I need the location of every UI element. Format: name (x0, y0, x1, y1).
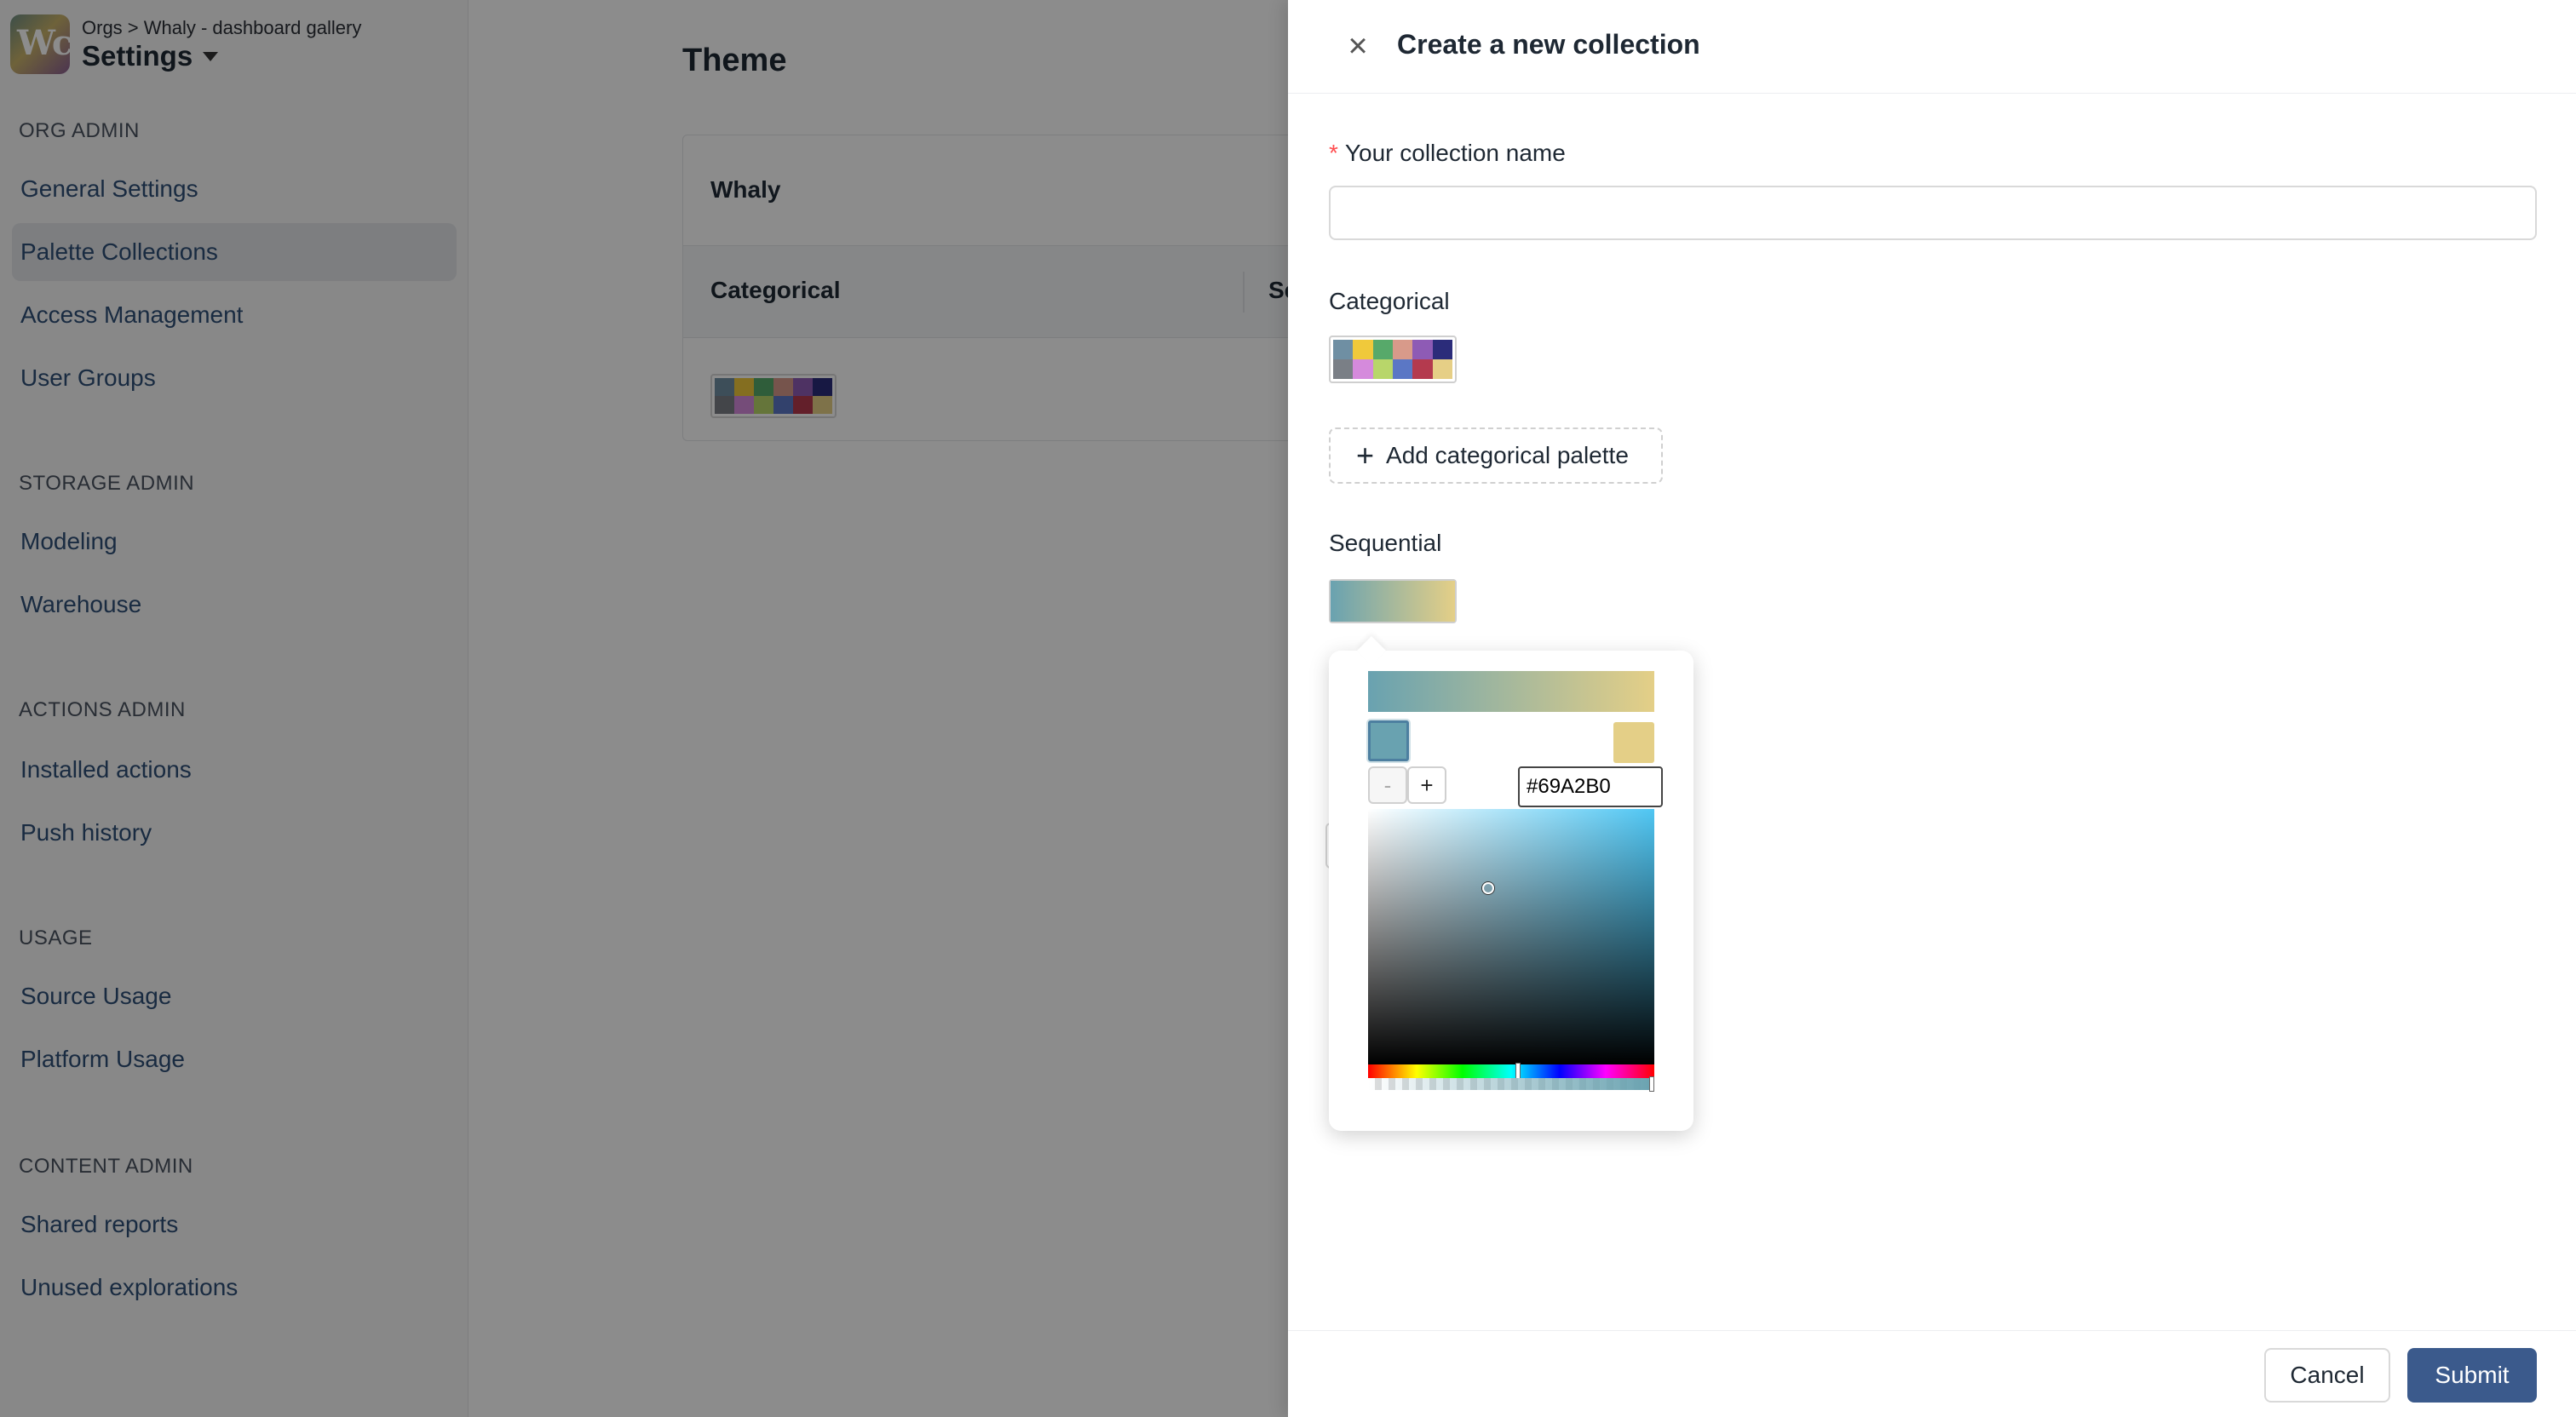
palette-color-cell (1372, 340, 1393, 359)
alpha-slider-handle[interactable] (1649, 1076, 1654, 1092)
drawer-title: Create a new collection (1397, 29, 1700, 60)
required-marker: * (1329, 140, 1338, 166)
remove-stop-button[interactable]: - (1368, 766, 1407, 804)
palette-color-cell (1393, 340, 1413, 359)
gradient-stop-end[interactable] (1613, 722, 1654, 763)
add-categorical-palette-button[interactable]: + Add categorical palette (1329, 427, 1663, 484)
collection-name-label-text: Your collection name (1344, 140, 1566, 166)
gradient-preview-bar (1368, 671, 1654, 712)
collection-name-label: * Your collection name (1329, 140, 1566, 167)
palette-color-cell (1333, 359, 1354, 379)
modal-overlay[interactable] (0, 0, 1288, 1417)
plus-icon: + (1356, 438, 1375, 473)
close-icon[interactable]: × (1341, 29, 1375, 63)
sequential-palette-swatch[interactable] (1329, 579, 1457, 623)
hue-slider-handle[interactable] (1515, 1063, 1521, 1080)
cancel-button[interactable]: Cancel (2264, 1348, 2390, 1403)
collection-name-input[interactable] (1329, 186, 2537, 240)
categorical-palette-swatch[interactable] (1329, 336, 1457, 383)
palette-color-cell (1372, 359, 1393, 379)
palette-color-cell (1412, 359, 1433, 379)
sequential-gradient (1331, 581, 1455, 622)
submit-button[interactable]: Submit (2407, 1348, 2537, 1403)
drawer-header: × Create a new collection (1288, 0, 2576, 94)
palette-color-cell (1353, 340, 1373, 359)
create-collection-drawer: × Create a new collection * Your collecti… (1288, 0, 2576, 1417)
color-picker-popover: - + (1329, 636, 1693, 1131)
add-categorical-palette-label: Add categorical palette (1386, 442, 1629, 468)
sequential-label: Sequential (1329, 530, 1442, 556)
alpha-slider[interactable] (1368, 1078, 1654, 1090)
categorical-label: Categorical (1329, 288, 1450, 314)
popover-arrow (1357, 636, 1386, 665)
saturation-handle[interactable] (1482, 882, 1494, 894)
hue-slider[interactable] (1368, 1064, 1654, 1078)
palette-color-cell (1333, 340, 1354, 359)
palette-color-cell (1432, 340, 1452, 359)
saturation-picker[interactable] (1368, 809, 1654, 1064)
palette-color-cell (1353, 359, 1373, 379)
palette-color-cell (1432, 359, 1452, 379)
palette-color-cell (1412, 340, 1433, 359)
add-stop-button[interactable]: + (1407, 766, 1446, 804)
hex-color-input[interactable] (1518, 766, 1663, 807)
drawer-footer: Cancel Submit (1288, 1330, 2576, 1417)
gradient-stop-start[interactable] (1368, 720, 1409, 761)
palette-color-cell (1393, 359, 1413, 379)
